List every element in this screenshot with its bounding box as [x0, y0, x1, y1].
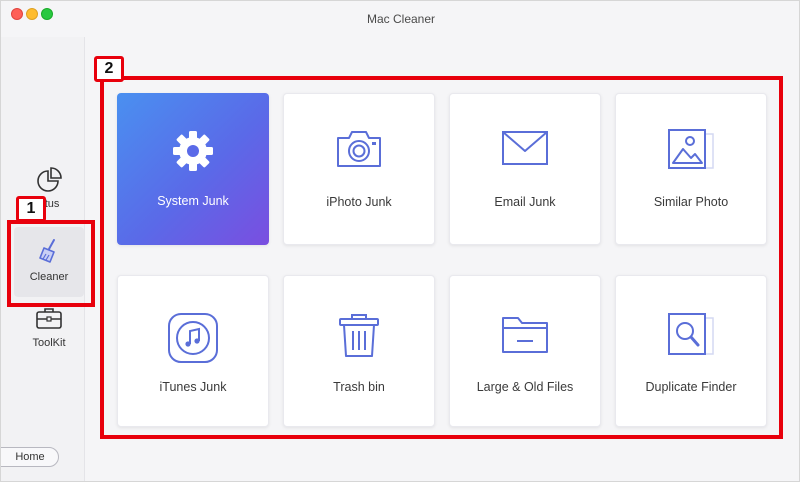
sidebar-item-toolkit[interactable]: ToolKit [11, 305, 87, 349]
app-window: Mac Cleaner atus Cleaner ToolKit Home Sy… [0, 0, 800, 482]
annotation-highlight-1 [7, 220, 95, 307]
home-button[interactable]: Home [1, 447, 59, 467]
pie-chart-icon [37, 167, 62, 192]
annotation-badge-2: 2 [94, 56, 124, 82]
sidebar-item-label: ToolKit [32, 337, 66, 349]
title-bar: Mac Cleaner [1, 1, 799, 37]
annotation-badge-1: 1 [16, 196, 46, 222]
toolbox-icon [36, 308, 62, 329]
annotation-highlight-2 [100, 76, 783, 439]
window-title: Mac Cleaner [366, 12, 436, 26]
